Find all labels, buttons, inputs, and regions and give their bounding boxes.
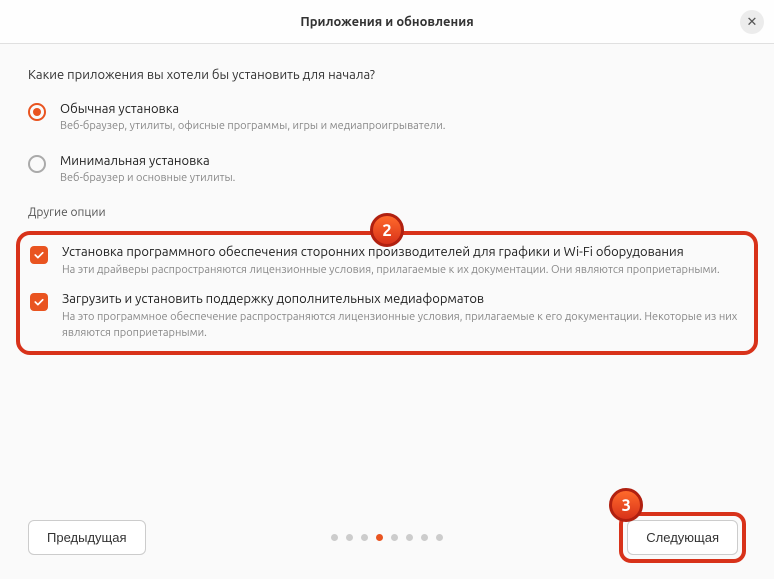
dot xyxy=(391,534,398,541)
radio-icon xyxy=(28,103,46,121)
option-desc: Веб-браузер и основные утилиты. xyxy=(60,172,235,184)
checkbox-icon xyxy=(30,246,48,264)
install-option-normal[interactable]: Обычная установка Веб-браузер, утилиты, … xyxy=(28,102,746,132)
prev-button[interactable]: Предыдущая xyxy=(28,520,146,555)
dot xyxy=(361,534,368,541)
dot xyxy=(421,534,428,541)
checkbox-text: Установка программного обеспечения сторо… xyxy=(62,245,720,278)
annotation-marker-3: 3 xyxy=(609,488,643,522)
install-option-minimal[interactable]: Минимальная установка Веб-браузер и осно… xyxy=(28,154,746,184)
window-title: Приложения и обновления xyxy=(300,15,473,29)
close-button[interactable]: ✕ xyxy=(740,10,764,34)
dot xyxy=(406,534,413,541)
dot xyxy=(346,534,353,541)
option-title: Обычная установка xyxy=(60,102,445,116)
option-desc: Веб-браузер, утилиты, офисные программы,… xyxy=(60,120,445,132)
installer-window: Приложения и обновления ✕ Какие приложен… xyxy=(0,0,774,579)
checkbox-title: Установка программного обеспечения сторо… xyxy=(62,245,720,259)
radio-icon xyxy=(28,155,46,173)
checkbox-icon xyxy=(30,293,48,311)
dot xyxy=(331,534,338,541)
checkbox-media-formats[interactable]: Загрузить и установить поддержку дополни… xyxy=(30,292,744,341)
close-icon: ✕ xyxy=(747,15,758,30)
checkbox-third-party[interactable]: Установка программного обеспечения сторо… xyxy=(30,245,744,278)
option-text: Минимальная установка Веб-браузер и осно… xyxy=(60,154,235,184)
next-button[interactable]: Следующая xyxy=(627,520,738,555)
annotation-marker-2: 2 xyxy=(370,213,404,247)
progress-dots xyxy=(331,534,443,541)
checkbox-desc: На это программное обеспечение распростр… xyxy=(62,310,744,341)
highlighted-next-box: 3 Следующая xyxy=(619,512,746,563)
dot-active xyxy=(376,534,383,541)
question-heading: Какие приложения вы хотели бы установить… xyxy=(28,68,746,82)
option-text: Обычная установка Веб-браузер, утилиты, … xyxy=(60,102,445,132)
content-area: Какие приложения вы хотели бы установить… xyxy=(0,44,774,355)
footer: Предыдущая 3 Следующая xyxy=(28,512,746,563)
highlighted-options-box: 2 Установка программного обеспечения сто… xyxy=(16,231,758,355)
checkbox-text: Загрузить и установить поддержку дополни… xyxy=(62,292,744,341)
dot xyxy=(436,534,443,541)
titlebar: Приложения и обновления ✕ xyxy=(0,0,774,44)
checkbox-desc: На эти драйверы распространяются лицензи… xyxy=(62,263,720,278)
checkbox-title: Загрузить и установить поддержку дополни… xyxy=(62,292,744,306)
option-title: Минимальная установка xyxy=(60,154,235,168)
